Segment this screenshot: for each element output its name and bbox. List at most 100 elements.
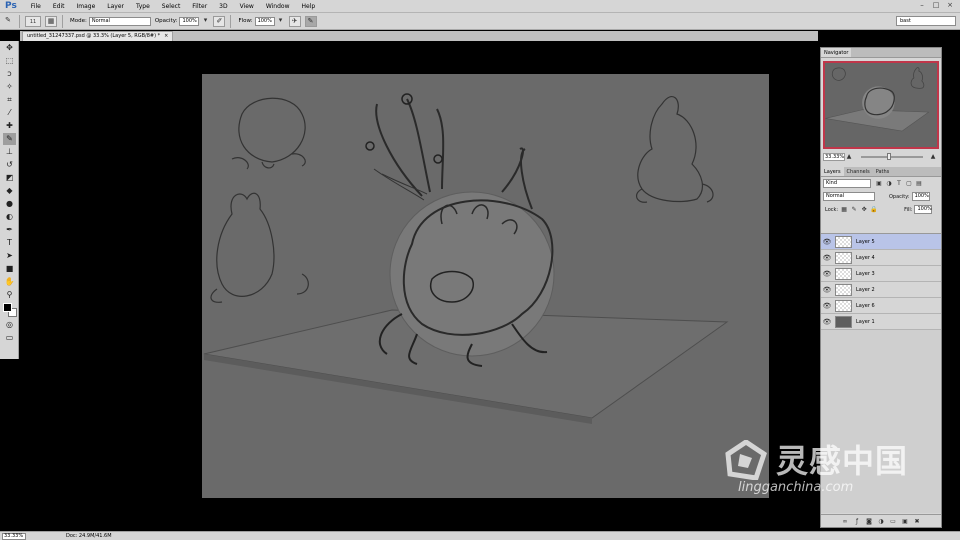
layer-name[interactable]: Layer 2 — [856, 287, 875, 293]
navigator-zoom-slider-knob[interactable] — [887, 153, 892, 160]
clone-stamp-tool-icon[interactable]: ⊥ — [3, 146, 16, 158]
layer-row[interactable]: 👁 Layer 6 — [821, 298, 941, 314]
trash-icon[interactable]: ✖ — [913, 518, 921, 525]
layer-row[interactable]: 👁 Layer 5 — [821, 234, 941, 250]
zoom-tool-icon[interactable]: ⚲ — [3, 289, 16, 301]
layer-name[interactable]: Layer 1 — [856, 319, 875, 325]
healing-brush-tool-icon[interactable]: ✚ — [3, 120, 16, 132]
color-swatches[interactable] — [3, 303, 17, 317]
doc-size-info[interactable]: Doc: 24.9M/41.6M — [66, 533, 112, 539]
blur-tool-icon[interactable]: ● — [3, 198, 16, 210]
flow-input[interactable]: 100% — [254, 16, 275, 26]
eyedropper-tool-icon[interactable]: ⁄ — [3, 107, 16, 119]
path-selection-tool-icon[interactable]: ➤ — [3, 250, 16, 262]
menu-3d[interactable]: 3D — [213, 3, 233, 10]
link-icon[interactable]: ∞ — [841, 518, 849, 525]
mode-select[interactable]: Normal — [88, 16, 151, 26]
layer-row[interactable]: 👁 Layer 1 — [821, 314, 941, 330]
flow-dropdown-icon[interactable]: ▾ — [277, 16, 285, 27]
document-canvas[interactable] — [202, 74, 769, 498]
layer-name[interactable]: Layer 4 — [856, 255, 875, 261]
marquee-tool-icon[interactable]: ⬚ — [3, 55, 16, 67]
crop-tool-icon[interactable]: ⌗ — [3, 94, 16, 106]
paint-bucket-tool-icon[interactable]: ◆ — [3, 185, 16, 197]
navigator-zoom-slider[interactable] — [861, 153, 923, 160]
mask-icon[interactable]: ◙ — [865, 518, 873, 525]
airbrush-icon[interactable]: ✈ — [288, 15, 301, 27]
visibility-eye-icon[interactable]: 👁 — [821, 318, 833, 326]
shape-tool-icon[interactable]: ■ — [3, 263, 16, 275]
history-brush-tool-icon[interactable]: ↺ — [3, 159, 16, 171]
filter-shape-icon[interactable]: ▢ — [905, 180, 913, 188]
quick-select-tool-icon[interactable]: ✧ — [3, 81, 16, 93]
pressure-opacity-icon[interactable]: ✐ — [213, 15, 226, 27]
navigator-preview[interactable] — [823, 61, 939, 149]
layer-opacity-input[interactable]: 100% — [911, 192, 930, 201]
menu-view[interactable]: View — [234, 3, 260, 10]
document-tab[interactable]: untitled_31247337.psd @ 33.3% (Layer 5, … — [22, 31, 174, 41]
dodge-tool-icon[interactable]: ◐ — [3, 211, 16, 223]
menu-filter[interactable]: Filter — [186, 3, 213, 10]
visibility-eye-icon[interactable]: 👁 — [821, 270, 833, 278]
minimize-button[interactable]: – — [916, 1, 928, 10]
opacity-input[interactable]: 100% — [179, 16, 200, 26]
lasso-tool-icon[interactable]: ↄ — [3, 68, 16, 80]
group-icon[interactable]: ▭ — [889, 518, 897, 525]
layer-name[interactable]: Layer 6 — [856, 303, 875, 309]
quick-mask-icon[interactable]: ◎ — [3, 319, 16, 331]
menu-window[interactable]: Window — [260, 3, 296, 10]
workspace-select[interactable]: bast — [896, 16, 956, 26]
visibility-eye-icon[interactable]: 👁 — [821, 238, 833, 246]
brush-tool-icon[interactable]: ✎ — [3, 133, 16, 145]
menu-image[interactable]: Image — [70, 3, 101, 10]
layer-row[interactable]: 👁 Layer 2 — [821, 282, 941, 298]
brush-tool-preset-icon[interactable]: ✎ — [2, 16, 14, 27]
type-tool-icon[interactable]: T — [3, 237, 16, 249]
adjustment-icon[interactable]: ◑ — [877, 518, 885, 525]
eraser-tool-icon[interactable]: ◩ — [3, 172, 16, 184]
menu-help[interactable]: Help — [296, 3, 322, 10]
brush-panel-toggle-icon[interactable]: ▦ — [45, 15, 57, 27]
layer-name[interactable]: Layer 3 — [856, 271, 875, 277]
fx-icon[interactable]: ƒ — [853, 518, 861, 525]
menu-file[interactable]: File — [25, 3, 47, 10]
tab-paths[interactable]: Paths — [873, 167, 893, 176]
layer-name[interactable]: Layer 5 — [856, 239, 875, 245]
hand-tool-icon[interactable]: ✋ — [3, 276, 16, 288]
visibility-eye-icon[interactable]: 👁 — [821, 254, 833, 262]
lock-image-icon[interactable]: ✎ — [850, 206, 858, 214]
lock-all-icon[interactable]: 🔒 — [870, 206, 878, 214]
move-tool-icon[interactable]: ✥ — [3, 42, 16, 54]
filter-type-icon[interactable]: T — [895, 180, 903, 188]
layer-row[interactable]: 👁 Layer 3 — [821, 266, 941, 282]
blend-mode-select[interactable]: Normal — [823, 192, 875, 201]
lock-transparent-icon[interactable]: ▦ — [840, 206, 848, 214]
menu-edit[interactable]: Edit — [47, 3, 71, 10]
maximize-button[interactable]: □ — [930, 1, 942, 10]
tab-navigator[interactable]: Navigator — [821, 48, 852, 57]
visibility-eye-icon[interactable]: 👁 — [821, 286, 833, 294]
tab-layers[interactable]: Layers — [821, 167, 844, 176]
document-tab-close-icon[interactable]: × — [164, 32, 168, 41]
screen-mode-icon[interactable]: ▭ — [3, 332, 16, 344]
pen-tool-icon[interactable]: ✒ — [3, 224, 16, 236]
filter-smart-object-icon[interactable]: ▤ — [915, 180, 923, 188]
navigator-zoom-field[interactable]: 33.33% — [823, 153, 845, 161]
tab-channels[interactable]: Channels — [844, 167, 873, 176]
zoom-in-icon[interactable]: ▲ — [929, 153, 937, 161]
new-layer-icon[interactable]: ▣ — [901, 518, 909, 525]
fill-input[interactable]: 100% — [914, 205, 933, 214]
brush-size-picker[interactable]: 11 — [25, 15, 41, 27]
filter-adjustment-icon[interactable]: ◑ — [885, 180, 893, 188]
visibility-eye-icon[interactable]: 👁 — [821, 302, 833, 310]
status-zoom-field[interactable]: 33.33% — [2, 532, 26, 540]
menu-layer[interactable]: Layer — [101, 3, 130, 10]
menu-type[interactable]: Type — [130, 3, 156, 10]
opacity-dropdown-icon[interactable]: ▾ — [201, 16, 209, 27]
filter-pixel-icon[interactable]: ▣ — [875, 180, 883, 188]
close-button[interactable]: × — [944, 1, 956, 10]
pressure-size-icon[interactable]: ✎ — [304, 15, 317, 27]
layer-row[interactable]: 👁 Layer 4 — [821, 250, 941, 266]
lock-position-icon[interactable]: ✥ — [860, 206, 868, 214]
foreground-color-swatch[interactable] — [3, 303, 12, 312]
